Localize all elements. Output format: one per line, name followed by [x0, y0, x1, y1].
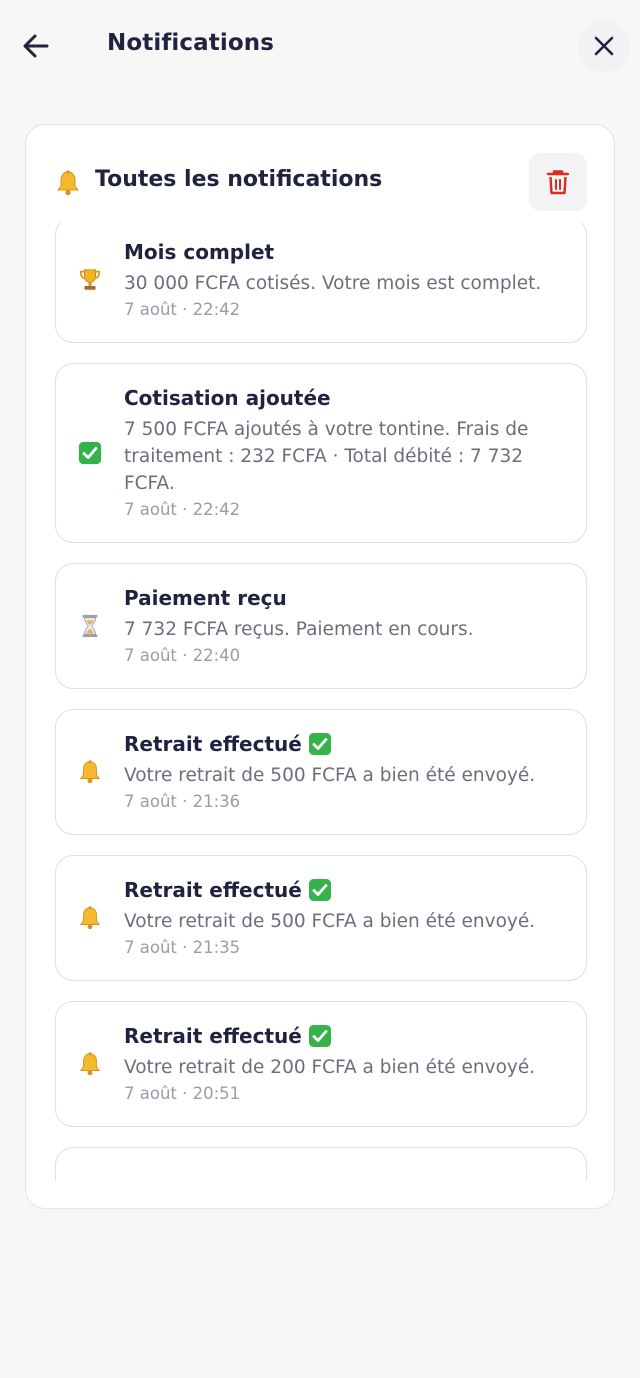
close-icon [594, 36, 614, 56]
notification-card[interactable]: Retrait effectué Votre retrait de 500 FC… [55, 709, 587, 835]
notification-timestamp: 7 août · 21:35 [124, 938, 241, 957]
notification-message: 7 500 FCFA ajoutés à votre tontine. Frai… [124, 419, 529, 494]
page-title: Notifications [107, 30, 275, 56]
notification-list[interactable]: Mois complet 30 000 FCFA cotisés. Votre m… [54, 223, 588, 1181]
close-button[interactable] [578, 20, 630, 72]
notification-timestamp: 7 août · 22:42 [124, 500, 241, 519]
notification-title: Retrait effectué [124, 1024, 302, 1048]
notification-card[interactable]: Paiement reçu 7 732 FCFA reçus. Paiement … [55, 563, 587, 689]
notification-title-row: Mois complet [124, 238, 568, 266]
back-button[interactable] [16, 26, 56, 66]
bell-icon [57, 170, 79, 196]
notification-message: 7 732 FCFA reçus. Paiement en cours. [124, 619, 474, 640]
notification-title: Retrait effectué [124, 878, 302, 902]
notification-title-row: Cotisation ajoutée [124, 384, 568, 412]
notifications-panel: Toutes les notifications Mois complet 30 … [25, 124, 615, 1209]
check-icon [76, 439, 104, 467]
notification-timestamp: 7 août · 22:42 [124, 300, 241, 319]
notification-title-row: Retrait effectué [124, 730, 568, 758]
notification-card[interactable]: Cotisation ajoutée 7 500 FCFA ajoutés à v… [55, 363, 587, 543]
notification-message: Votre retrait de 200 FCFA a bien été env… [124, 1057, 536, 1078]
notification-title-row: Retrait effectué [124, 1022, 568, 1050]
notification-title: Retrait effectué [124, 732, 302, 756]
notification-timestamp: 7 août · 21:36 [124, 792, 241, 811]
arrow-left-icon [23, 34, 49, 58]
panel-title: Toutes les notifications [95, 167, 383, 192]
bell-icon [76, 904, 104, 932]
notification-timestamp: 7 août · 20:51 [124, 1084, 241, 1103]
check-badge-icon [308, 1024, 332, 1048]
delete-all-button[interactable] [529, 153, 587, 211]
top-bar: Notifications [0, 0, 640, 92]
notification-card[interactable]: Retrait effectué Votre retrait de 500 FC… [55, 855, 587, 981]
hourglass-icon [76, 612, 104, 640]
notification-card[interactable]: Mois complet 30 000 FCFA cotisés. Votre m… [55, 223, 587, 343]
notification-message: Votre retrait de 500 FCFA a bien été env… [124, 911, 536, 932]
check-badge-icon [308, 732, 332, 756]
check-badge-icon [308, 878, 332, 902]
notification-title: Cotisation ajoutée [124, 386, 331, 410]
notification-title-row: Paiement reçu [124, 584, 568, 612]
notification-title-row: Retrait effectué [124, 876, 568, 904]
notification-message: Votre retrait de 500 FCFA a bien été env… [124, 765, 536, 786]
trash-icon [546, 170, 570, 195]
panel-header: Toutes les notifications [26, 125, 614, 223]
notification-title: Mois complet [124, 240, 275, 264]
bell-icon [76, 1050, 104, 1078]
notification-list-content: Mois complet 30 000 FCFA cotisés. Votre m… [54, 223, 588, 1181]
notification-title: Paiement reçu [124, 586, 287, 610]
notification-timestamp: 7 août · 22:40 [124, 646, 241, 665]
bell-icon [76, 758, 104, 786]
notification-message: 30 000 FCFA cotisés. Votre mois est comp… [124, 273, 542, 294]
trophy-icon [76, 266, 104, 294]
notification-card[interactable]: Retrait effectué Votre retrait de 200 FC… [55, 1001, 587, 1127]
notification-card[interactable] [55, 1147, 587, 1181]
